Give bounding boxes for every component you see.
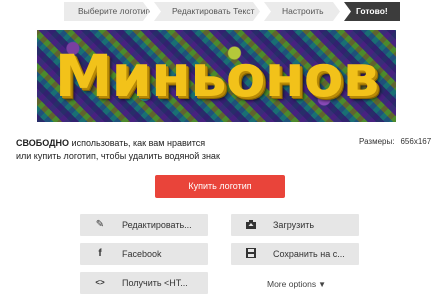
step-edit-text[interactable]: Редактировать Текст: [154, 2, 260, 21]
size-info: Размеры: 656x167: [359, 137, 431, 146]
step-choose-logo[interactable]: Выберите логотип: [64, 2, 150, 21]
logo-text: Миньонов: [54, 42, 380, 110]
size-label: Размеры:: [359, 137, 395, 146]
license-info: СВОБОДНО использовать, как вам нравится …: [16, 137, 220, 163]
buy-logo-button[interactable]: Купить логотип: [155, 175, 285, 198]
upload-icon: [245, 214, 257, 236]
logo-preview: Миньонов: [37, 30, 396, 122]
license-line2: или купить логотип, чтобы удалить водяно…: [16, 151, 220, 161]
upload-button-label: Загрузить: [273, 220, 315, 230]
license-line1: использовать, как вам нравится: [69, 138, 206, 148]
caret-down-icon: ▼: [318, 280, 327, 289]
more-options-label: More options: [267, 279, 317, 289]
facebook-icon: f: [98, 248, 102, 259]
step-bar: Выберите логотип Редактировать Текст Нас…: [64, 2, 404, 21]
step-done[interactable]: Готово!: [344, 2, 400, 21]
save-button-label: Сохранить на с...: [273, 249, 345, 259]
free-label: СВОБОДНО: [16, 138, 70, 148]
facebook-button-label: Facebook: [122, 249, 162, 259]
facebook-button[interactable]: f Facebook: [80, 243, 208, 265]
upload-button[interactable]: Загрузить: [231, 214, 359, 236]
edit-button-label: Редактировать...: [122, 220, 192, 230]
pencil-icon: ✎: [95, 219, 105, 230]
code-icon: <>: [95, 278, 105, 287]
size-value: 656x167: [400, 137, 432, 146]
step-customize[interactable]: Настроить: [264, 2, 340, 21]
save-button[interactable]: Сохранить на с...: [231, 243, 359, 265]
save-icon: [245, 243, 257, 265]
embed-html-button-label: Получить <HT...: [122, 278, 188, 288]
more-options-link[interactable]: More options ▼: [267, 279, 326, 289]
embed-html-button[interactable]: <> Получить <HT...: [80, 272, 208, 294]
edit-button[interactable]: ✎ Редактировать...: [80, 214, 208, 236]
